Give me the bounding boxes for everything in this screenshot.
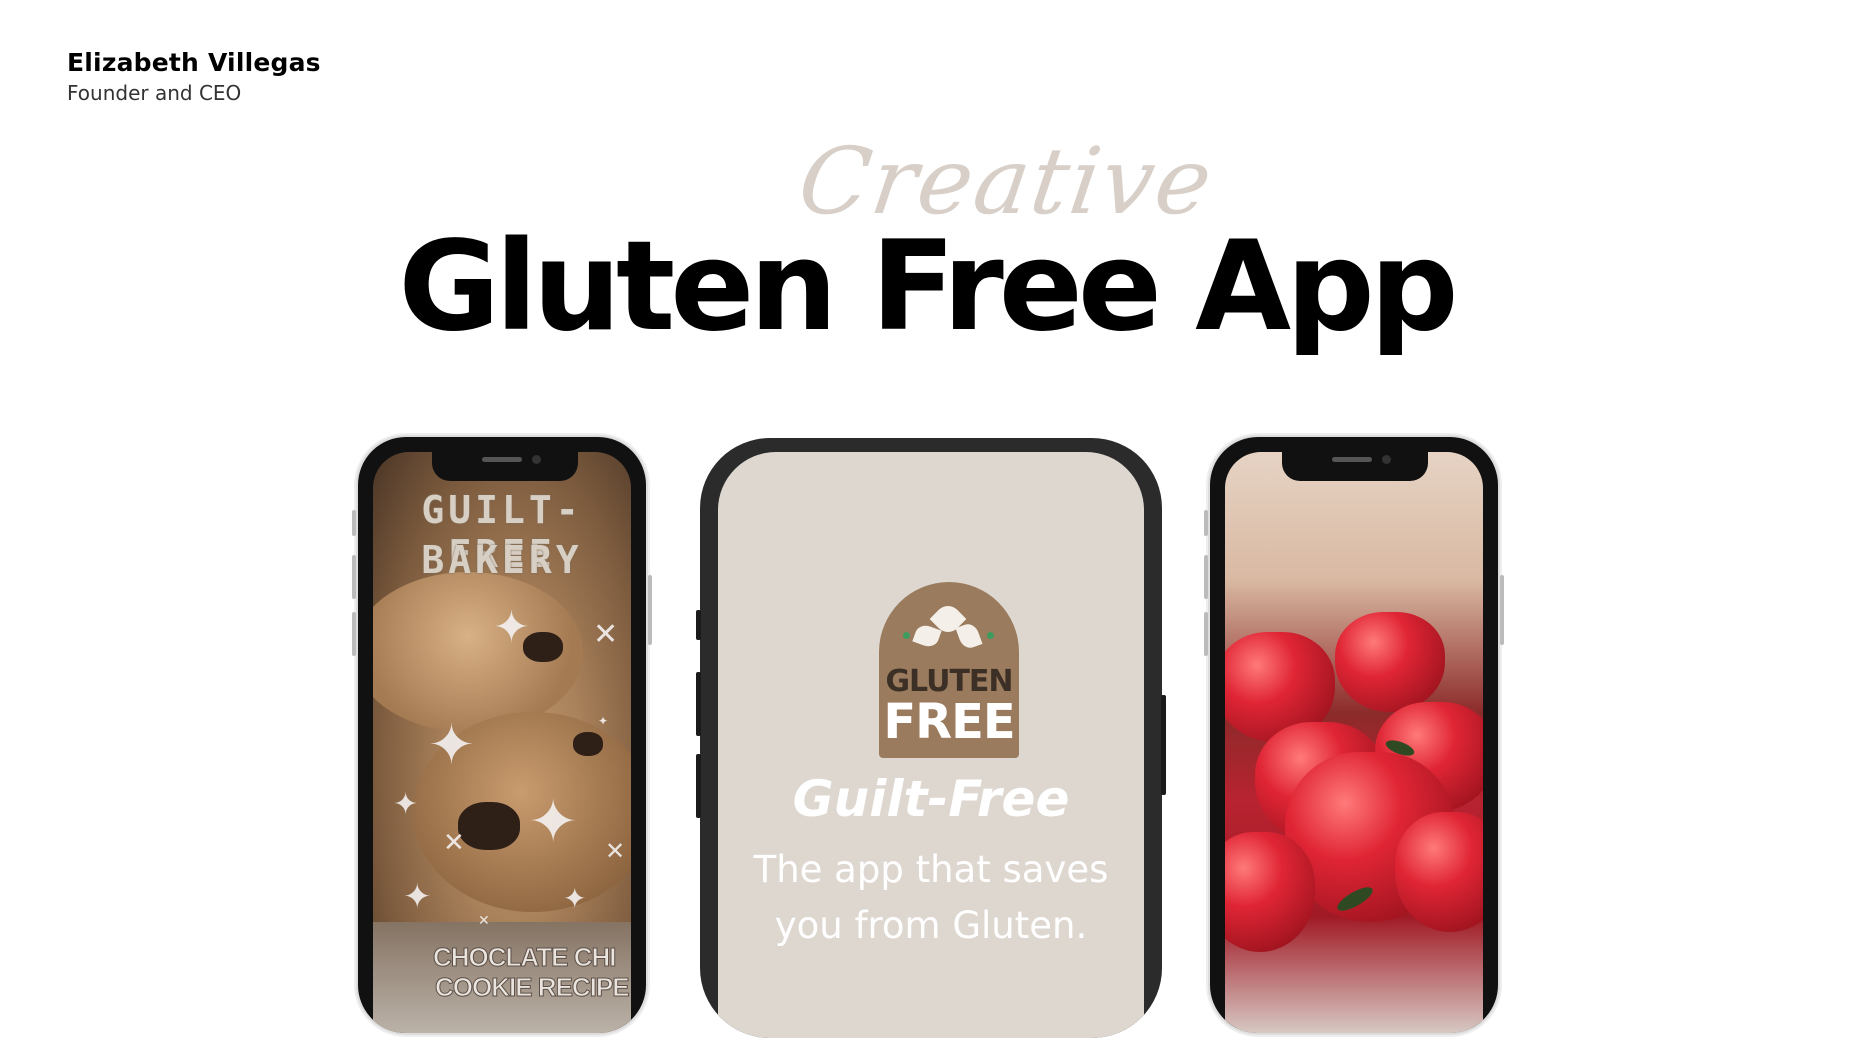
phone-side-button xyxy=(352,510,356,536)
sparkle-icon: ✦ xyxy=(528,788,579,855)
author-name: Elizabeth Villegas xyxy=(67,48,321,77)
sparkle-icon: ✦ xyxy=(493,603,530,652)
sparkle-icon: ✕ xyxy=(478,912,490,928)
speaker-icon xyxy=(482,457,522,462)
author-block: Elizabeth Villegas Founder and CEO xyxy=(67,48,321,105)
sparkle-icon: ✦ xyxy=(598,714,609,728)
phone-notch xyxy=(432,451,578,481)
sparkle-icon: ✕ xyxy=(443,827,465,857)
phone-side-button xyxy=(352,555,356,599)
phone-side-button xyxy=(1204,612,1208,656)
phone-side-button xyxy=(352,612,356,656)
phone-mockup-gluten-free: GLUTEN FREE Guilt-Free The app that save… xyxy=(700,438,1162,1038)
phone-side-button xyxy=(696,754,701,818)
camera-icon xyxy=(532,455,541,464)
phone-screen-strawberries xyxy=(1225,452,1483,1033)
phone-screen-bakery: ✦ ✕ ✦ ✦ ✦ ✕ ✕ ✦ ✦ ✕ ✦ GUILT-FREE BAKERY … xyxy=(373,452,631,1033)
sparkle-icon: ✦ xyxy=(428,713,475,776)
phone-side-button xyxy=(1204,510,1208,536)
phone-side-button xyxy=(1161,695,1166,795)
recipe-line2: COOKIE RECIPE xyxy=(435,972,631,1003)
guilt-free-heading: Guilt-Free xyxy=(792,770,1070,828)
phone-notch xyxy=(1282,451,1428,481)
phone-side-button xyxy=(696,672,701,736)
gluten-free-badge: GLUTEN FREE xyxy=(879,582,1019,758)
chocolate-chip xyxy=(458,802,520,850)
phone-mockup-strawberries xyxy=(1208,435,1500,1035)
sparkle-icon: ✕ xyxy=(605,838,626,865)
sparkle-icon: ✕ xyxy=(593,618,619,651)
phone-side-button xyxy=(696,610,701,640)
phone-screen-gluten-free: GLUTEN FREE Guilt-Free The app that save… xyxy=(718,452,1144,1038)
badge-label-free: FREE xyxy=(883,694,1015,750)
phone-side-button xyxy=(1204,555,1208,599)
page-title: Gluten Free App xyxy=(398,215,1458,359)
sparkle-icon: ✦ xyxy=(393,788,419,821)
speaker-icon xyxy=(1332,457,1372,462)
dot-icon xyxy=(987,632,994,639)
sparkle-icon: ✦ xyxy=(403,878,432,916)
camera-icon xyxy=(1382,455,1391,464)
chocolate-chip xyxy=(573,732,603,756)
strawberry-shape xyxy=(1335,612,1445,712)
sparkle-icon: ✦ xyxy=(563,883,587,914)
phone-side-button xyxy=(648,575,652,645)
phone-side-button xyxy=(1500,575,1504,645)
tagline-line1: The app that saves xyxy=(753,848,1109,891)
phone-mockup-bakery: ✦ ✕ ✦ ✦ ✦ ✕ ✕ ✦ ✦ ✕ ✦ GUILT-FREE BAKERY … xyxy=(356,435,648,1035)
tagline-line2: you from Gluten. xyxy=(774,904,1088,947)
tagline: The app that saves you from Gluten. xyxy=(738,842,1124,954)
bakery-title-line2: BAKERY xyxy=(421,538,583,582)
author-role: Founder and CEO xyxy=(67,81,242,105)
dot-icon xyxy=(903,632,910,639)
recipe-line1: CHOCLATE CHI xyxy=(433,942,618,973)
leaf-icon xyxy=(955,621,983,651)
